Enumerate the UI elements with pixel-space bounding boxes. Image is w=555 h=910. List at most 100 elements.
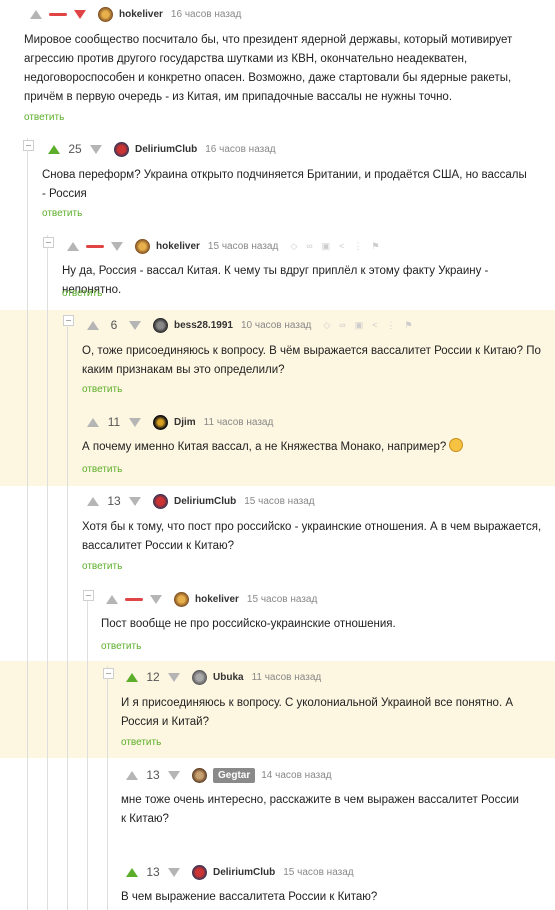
score: 11: [107, 415, 121, 429]
reply-link[interactable]: ответить: [82, 384, 122, 395]
reply-link[interactable]: ответить: [82, 561, 122, 572]
author-name[interactable]: hokeliver: [195, 594, 239, 605]
reply-link[interactable]: ответить: [42, 208, 82, 219]
save-icon[interactable]: ▣: [322, 241, 331, 252]
avatar[interactable]: [192, 767, 207, 783]
score: 13: [146, 865, 160, 879]
comment-header: 12 Ubuka 11 часов назад: [126, 667, 321, 687]
arrow-down-icon[interactable]: [168, 867, 180, 877]
score: 25: [68, 142, 82, 156]
author-name[interactable]: Djim: [174, 417, 196, 428]
thread-line[interactable]: [27, 138, 28, 910]
arrow-down-icon[interactable]: [74, 9, 86, 19]
link-icon[interactable]: ∞: [306, 241, 312, 252]
avatar[interactable]: [114, 141, 129, 157]
timestamp[interactable]: 16 часов назад: [205, 144, 275, 155]
thread-line[interactable]: [47, 235, 48, 910]
author-name[interactable]: Gegtar: [213, 767, 256, 783]
arrow-down-icon[interactable]: [111, 241, 123, 251]
score: 12: [146, 670, 160, 684]
collapse-icon[interactable]: [83, 590, 94, 601]
flag-icon[interactable]: ⚑: [371, 241, 379, 252]
thread-line[interactable]: [67, 318, 68, 910]
more-icon[interactable]: ⋮: [353, 241, 362, 252]
timestamp[interactable]: 15 часов назад: [283, 867, 353, 878]
thread-line[interactable]: [87, 590, 88, 910]
share-icon[interactable]: <: [372, 320, 377, 331]
comment-text: О, тоже присоединяюсь к вопросу. В чём в…: [82, 345, 541, 376]
avatar[interactable]: [153, 414, 168, 430]
reply-link[interactable]: ответить: [121, 737, 161, 748]
reply-link[interactable]: ответить: [101, 641, 141, 652]
avatar[interactable]: [153, 317, 168, 333]
arrow-down-icon[interactable]: [150, 594, 162, 604]
comment-text: А почему именно Китая вассал, а не Княже…: [82, 438, 547, 457]
arrow-up-icon[interactable]: [87, 320, 99, 330]
avatar[interactable]: [174, 591, 189, 607]
arrow-down-icon[interactable]: [168, 672, 180, 682]
emoji-thinking-icon: [449, 438, 464, 452]
reply-link[interactable]: ответить: [62, 288, 102, 299]
arrow-up-icon[interactable]: [126, 867, 138, 877]
arrow-up-icon[interactable]: [126, 672, 138, 682]
tag-icon[interactable]: ◇: [290, 241, 297, 252]
avatar[interactable]: [192, 669, 207, 685]
arrow-down-icon[interactable]: [90, 144, 102, 154]
collapse-icon[interactable]: [23, 140, 34, 151]
author-name[interactable]: Ubuka: [213, 672, 244, 683]
reply-link[interactable]: ответить: [24, 112, 64, 123]
arrow-down-icon[interactable]: [129, 417, 141, 427]
avatar[interactable]: [98, 6, 113, 22]
arrow-up-icon[interactable]: [126, 770, 138, 780]
arrow-up-icon[interactable]: [48, 144, 60, 154]
thread-line[interactable]: [107, 666, 108, 910]
author-name[interactable]: hokeliver: [156, 241, 200, 252]
score-negative: [86, 244, 104, 248]
comment-actions: ◇ ∞ ▣ < ⋮ ⚑: [323, 320, 412, 331]
comment-header: 13 Gegtar 14 часов назад: [126, 765, 332, 785]
comment-text: В чем выражение вассалитета России к Кит…: [121, 891, 378, 903]
arrow-down-icon[interactable]: [129, 320, 141, 330]
collapse-icon[interactable]: [103, 668, 114, 679]
flag-icon[interactable]: ⚑: [404, 320, 412, 331]
arrow-up-icon[interactable]: [87, 496, 99, 506]
tag-icon[interactable]: ◇: [323, 320, 330, 331]
comment-header: 13 DeliriumClub 15 часов назад: [87, 491, 315, 511]
comment-text: мне тоже очень интересно, расскажите в ч…: [121, 794, 519, 825]
arrow-up-icon[interactable]: [67, 241, 79, 251]
arrow-up-icon[interactable]: [106, 594, 118, 604]
comment-text: Снова переформ? Украина открыто подчиняе…: [42, 169, 527, 200]
author-name[interactable]: DeliriumClub: [174, 496, 236, 507]
author-name[interactable]: bess28.1991: [174, 320, 233, 331]
timestamp[interactable]: 10 часов назад: [241, 320, 311, 331]
author-name[interactable]: DeliriumClub: [213, 867, 275, 878]
author-name[interactable]: hokeliver: [119, 9, 163, 20]
share-icon[interactable]: <: [339, 241, 344, 252]
author-name[interactable]: DeliriumClub: [135, 144, 197, 155]
more-icon[interactable]: ⋮: [386, 320, 395, 331]
link-icon[interactable]: ∞: [339, 320, 345, 331]
arrow-down-icon[interactable]: [168, 770, 180, 780]
timestamp[interactable]: 15 часов назад: [244, 496, 314, 507]
comment-header: 6 bess28.1991 10 часов назад ◇ ∞ ▣ < ⋮ ⚑: [87, 315, 413, 335]
timestamp[interactable]: 14 часов назад: [261, 770, 331, 781]
arrow-up-icon[interactable]: [87, 417, 99, 427]
reply-link[interactable]: ответить: [82, 464, 122, 475]
arrow-down-icon[interactable]: [129, 496, 141, 506]
timestamp[interactable]: 15 часов назад: [247, 594, 317, 605]
save-icon[interactable]: ▣: [355, 320, 364, 331]
timestamp[interactable]: 16 часов назад: [171, 9, 241, 20]
comment-actions: ◇ ∞ ▣ < ⋮ ⚑: [290, 241, 379, 252]
comment-header: 13 DeliriumClub 15 часов назад: [126, 862, 354, 882]
avatar[interactable]: [192, 864, 207, 880]
arrow-up-icon[interactable]: [30, 9, 42, 19]
timestamp[interactable]: 11 часов назад: [204, 417, 274, 428]
comment-text: И я присоединяюсь к вопросу. С уколониал…: [121, 697, 514, 728]
collapse-icon[interactable]: [43, 237, 54, 248]
avatar[interactable]: [135, 238, 150, 254]
avatar[interactable]: [153, 493, 168, 509]
timestamp[interactable]: 11 часов назад: [252, 672, 322, 683]
timestamp[interactable]: 15 часов назад: [208, 241, 278, 252]
collapse-icon[interactable]: [63, 315, 74, 326]
comment-text-content: А почему именно Китая вассал, а не Княже…: [82, 441, 447, 453]
